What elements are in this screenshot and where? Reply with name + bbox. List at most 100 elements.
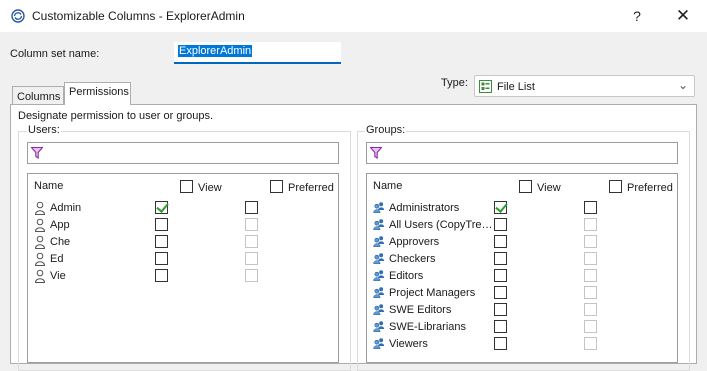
group-view-checkbox[interactable] [494,218,507,231]
user-name: App [50,219,70,231]
user-view-checkbox[interactable] [155,218,168,231]
user-preferred-checkbox[interactable] [245,201,258,214]
filter-icon [370,147,382,159]
title-bar: Customizable Columns - ExplorerAdmin ? ✕ [0,0,707,32]
groups-header-view-label: View [537,182,561,194]
groups-caption: Groups: [365,124,407,136]
tab-permissions[interactable]: Permissions [64,82,131,105]
users-header-view: View [175,180,222,194]
file-list-icon [479,80,492,93]
user-row[interactable]: Vie [28,268,338,285]
groups-header-name: Name [373,180,403,192]
group-preferred-checkbox [584,303,597,316]
help-button[interactable]: ? [614,0,660,32]
user-icon [34,252,46,266]
group-name: SWE-Librarians [389,321,467,333]
group-icon [373,303,385,317]
group-name: Administrators [389,202,460,214]
type-label: Type: [441,77,468,89]
user-row[interactable]: Admin [28,200,338,217]
group-view-checkbox[interactable] [494,201,507,214]
user-preferred-checkbox [245,252,258,265]
user-preferred-checkbox [245,218,258,231]
group-preferred-checkbox [584,235,597,248]
group-icon [373,218,385,232]
groups-header-preferred: Preferred [604,180,673,194]
user-row[interactable]: Che [28,234,338,251]
group-view-checkbox[interactable] [494,320,507,333]
users-header-view-label: View [198,182,222,194]
group-icon [373,252,385,266]
group-preferred-checkbox [584,252,597,265]
user-view-checkbox[interactable] [155,252,168,265]
group-row[interactable]: SWE Editors [367,302,677,319]
group-icon [373,337,385,351]
group-row[interactable]: Editors [367,268,677,285]
user-name: Vie [50,270,66,282]
group-preferred-checkbox [584,286,597,299]
group-name: Editors [389,270,424,282]
groups-header-view: View [514,180,561,194]
app-icon [11,9,25,23]
user-view-checkbox[interactable] [155,235,168,248]
group-name: Approvers [389,236,440,248]
group-view-checkbox[interactable] [494,252,507,265]
user-preferred-checkbox [245,235,258,248]
group-name: Viewers [389,338,428,350]
user-view-checkbox[interactable] [155,269,168,282]
tab-columns[interactable]: Columns [12,86,64,104]
user-name: Che [50,236,71,248]
user-icon [34,201,46,215]
group-view-checkbox[interactable] [494,337,507,350]
user-icon [34,218,46,232]
group-name: Checkers [389,253,436,265]
group-row[interactable]: Administrators [367,200,677,217]
column-set-name-input[interactable]: ExplorerAdmin [174,42,341,64]
user-row[interactable]: Ed [28,251,338,268]
group-name: All Users (CopyTre… [389,219,493,231]
users-header-preferred-label: Preferred [288,182,334,194]
users-caption: Users: [27,124,61,136]
group-view-checkbox[interactable] [494,269,507,282]
users-view-all-checkbox[interactable] [180,180,193,193]
users-list: Name View Preferred Admin App Che Ed Vie [27,173,339,363]
groups-view-all-checkbox[interactable] [519,180,532,193]
group-preferred-checkbox[interactable] [584,201,597,214]
user-name: Admin [50,202,82,214]
group-row[interactable]: SWE-Librarians [367,319,677,336]
group-view-checkbox[interactable] [494,235,507,248]
user-view-checkbox[interactable] [155,201,168,214]
groups-preferred-all-checkbox[interactable] [609,180,622,193]
column-set-name-value: ExplorerAdmin [178,45,253,57]
type-select-value: File List [497,81,535,93]
group-icon [373,286,385,300]
chevron-down-icon: ⌄ [677,78,688,92]
group-row[interactable]: Approvers [367,234,677,251]
groups-list: Name View Preferred Administrators All Us… [366,173,678,363]
group-preferred-checkbox [584,337,597,350]
group-view-checkbox[interactable] [494,303,507,316]
window-title: Customizable Columns - ExplorerAdmin [32,9,245,23]
group-preferred-checkbox [584,218,597,231]
group-view-checkbox[interactable] [494,286,507,299]
group-preferred-checkbox [584,320,597,333]
group-row[interactable]: Project Managers [367,285,677,302]
group-row[interactable]: Checkers [367,251,677,268]
groups-filter-input[interactable] [366,142,678,164]
user-icon [34,269,46,283]
users-preferred-all-checkbox[interactable] [270,180,283,193]
users-header-preferred: Preferred [265,180,334,194]
group-icon [373,269,385,283]
group-icon [373,201,385,215]
type-select[interactable]: File List ⌄ [474,75,695,97]
close-button[interactable]: ✕ [660,0,706,32]
column-set-name-label: Column set name: [10,48,100,60]
designate-text: Designate permission to user or groups. [18,110,214,122]
user-row[interactable]: App [28,217,338,234]
users-filter-input[interactable] [27,142,339,164]
user-icon [34,235,46,249]
filter-icon [31,147,43,159]
group-row[interactable]: All Users (CopyTre… [367,217,677,234]
group-icon [373,320,385,334]
group-row[interactable]: Viewers [367,336,677,353]
